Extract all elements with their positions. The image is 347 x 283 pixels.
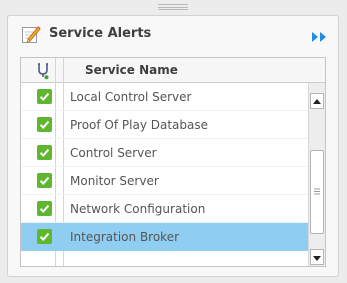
service-name-label: Monitor Server — [70, 174, 159, 188]
checkbox-checked-icon[interactable] — [37, 117, 52, 132]
table-row[interactable]: Integration Broker — [21, 223, 309, 251]
column-header-service-name[interactable]: Service Name — [85, 63, 178, 77]
scroll-down-button[interactable] — [310, 249, 324, 265]
table-row[interactable]: Network Configuration — [21, 195, 309, 223]
arrow-down-icon — [313, 256, 321, 261]
grid-header: Service Name — [21, 58, 325, 83]
service-list: Local Control Server Proof Of Play Databa… — [21, 83, 309, 251]
scroll-up-button[interactable] — [310, 93, 324, 109]
checkbox-checked-icon[interactable] — [37, 145, 52, 160]
stethoscope-icon[interactable] — [35, 62, 53, 80]
service-name-label: Proof Of Play Database — [70, 118, 208, 132]
table-row[interactable]: Monitor Server — [21, 167, 309, 195]
table-row[interactable]: Proof Of Play Database — [21, 111, 309, 139]
panel-title: Service Alerts — [49, 26, 152, 41]
table-row[interactable]: Control Server — [21, 139, 309, 167]
scroll-thumb[interactable] — [310, 150, 324, 234]
edit-pencil-icon[interactable] — [21, 24, 41, 44]
resize-grip[interactable] — [158, 4, 188, 10]
panel-header: Service Alerts — [8, 16, 338, 52]
checkbox-checked-icon[interactable] — [37, 89, 52, 104]
grip-lines-icon — [314, 188, 320, 195]
service-name-label: Network Configuration — [70, 202, 206, 216]
service-name-label: Local Control Server — [70, 90, 192, 104]
vertical-scrollbar[interactable] — [308, 83, 325, 266]
service-name-label: Integration Broker — [70, 230, 180, 244]
table-row[interactable]: Local Control Server — [21, 83, 309, 111]
service-alerts-panel: Service Alerts Service Name Local Contro… — [7, 15, 339, 277]
checkbox-checked-icon[interactable] — [37, 229, 52, 244]
service-name-label: Control Server — [70, 146, 157, 160]
arrow-up-icon — [313, 99, 321, 104]
checkbox-checked-icon[interactable] — [37, 173, 52, 188]
checkbox-checked-icon[interactable] — [37, 201, 52, 216]
service-grid: Service Name Local Control Server Proof O… — [20, 57, 326, 267]
double-arrow-right-icon[interactable] — [310, 28, 328, 42]
